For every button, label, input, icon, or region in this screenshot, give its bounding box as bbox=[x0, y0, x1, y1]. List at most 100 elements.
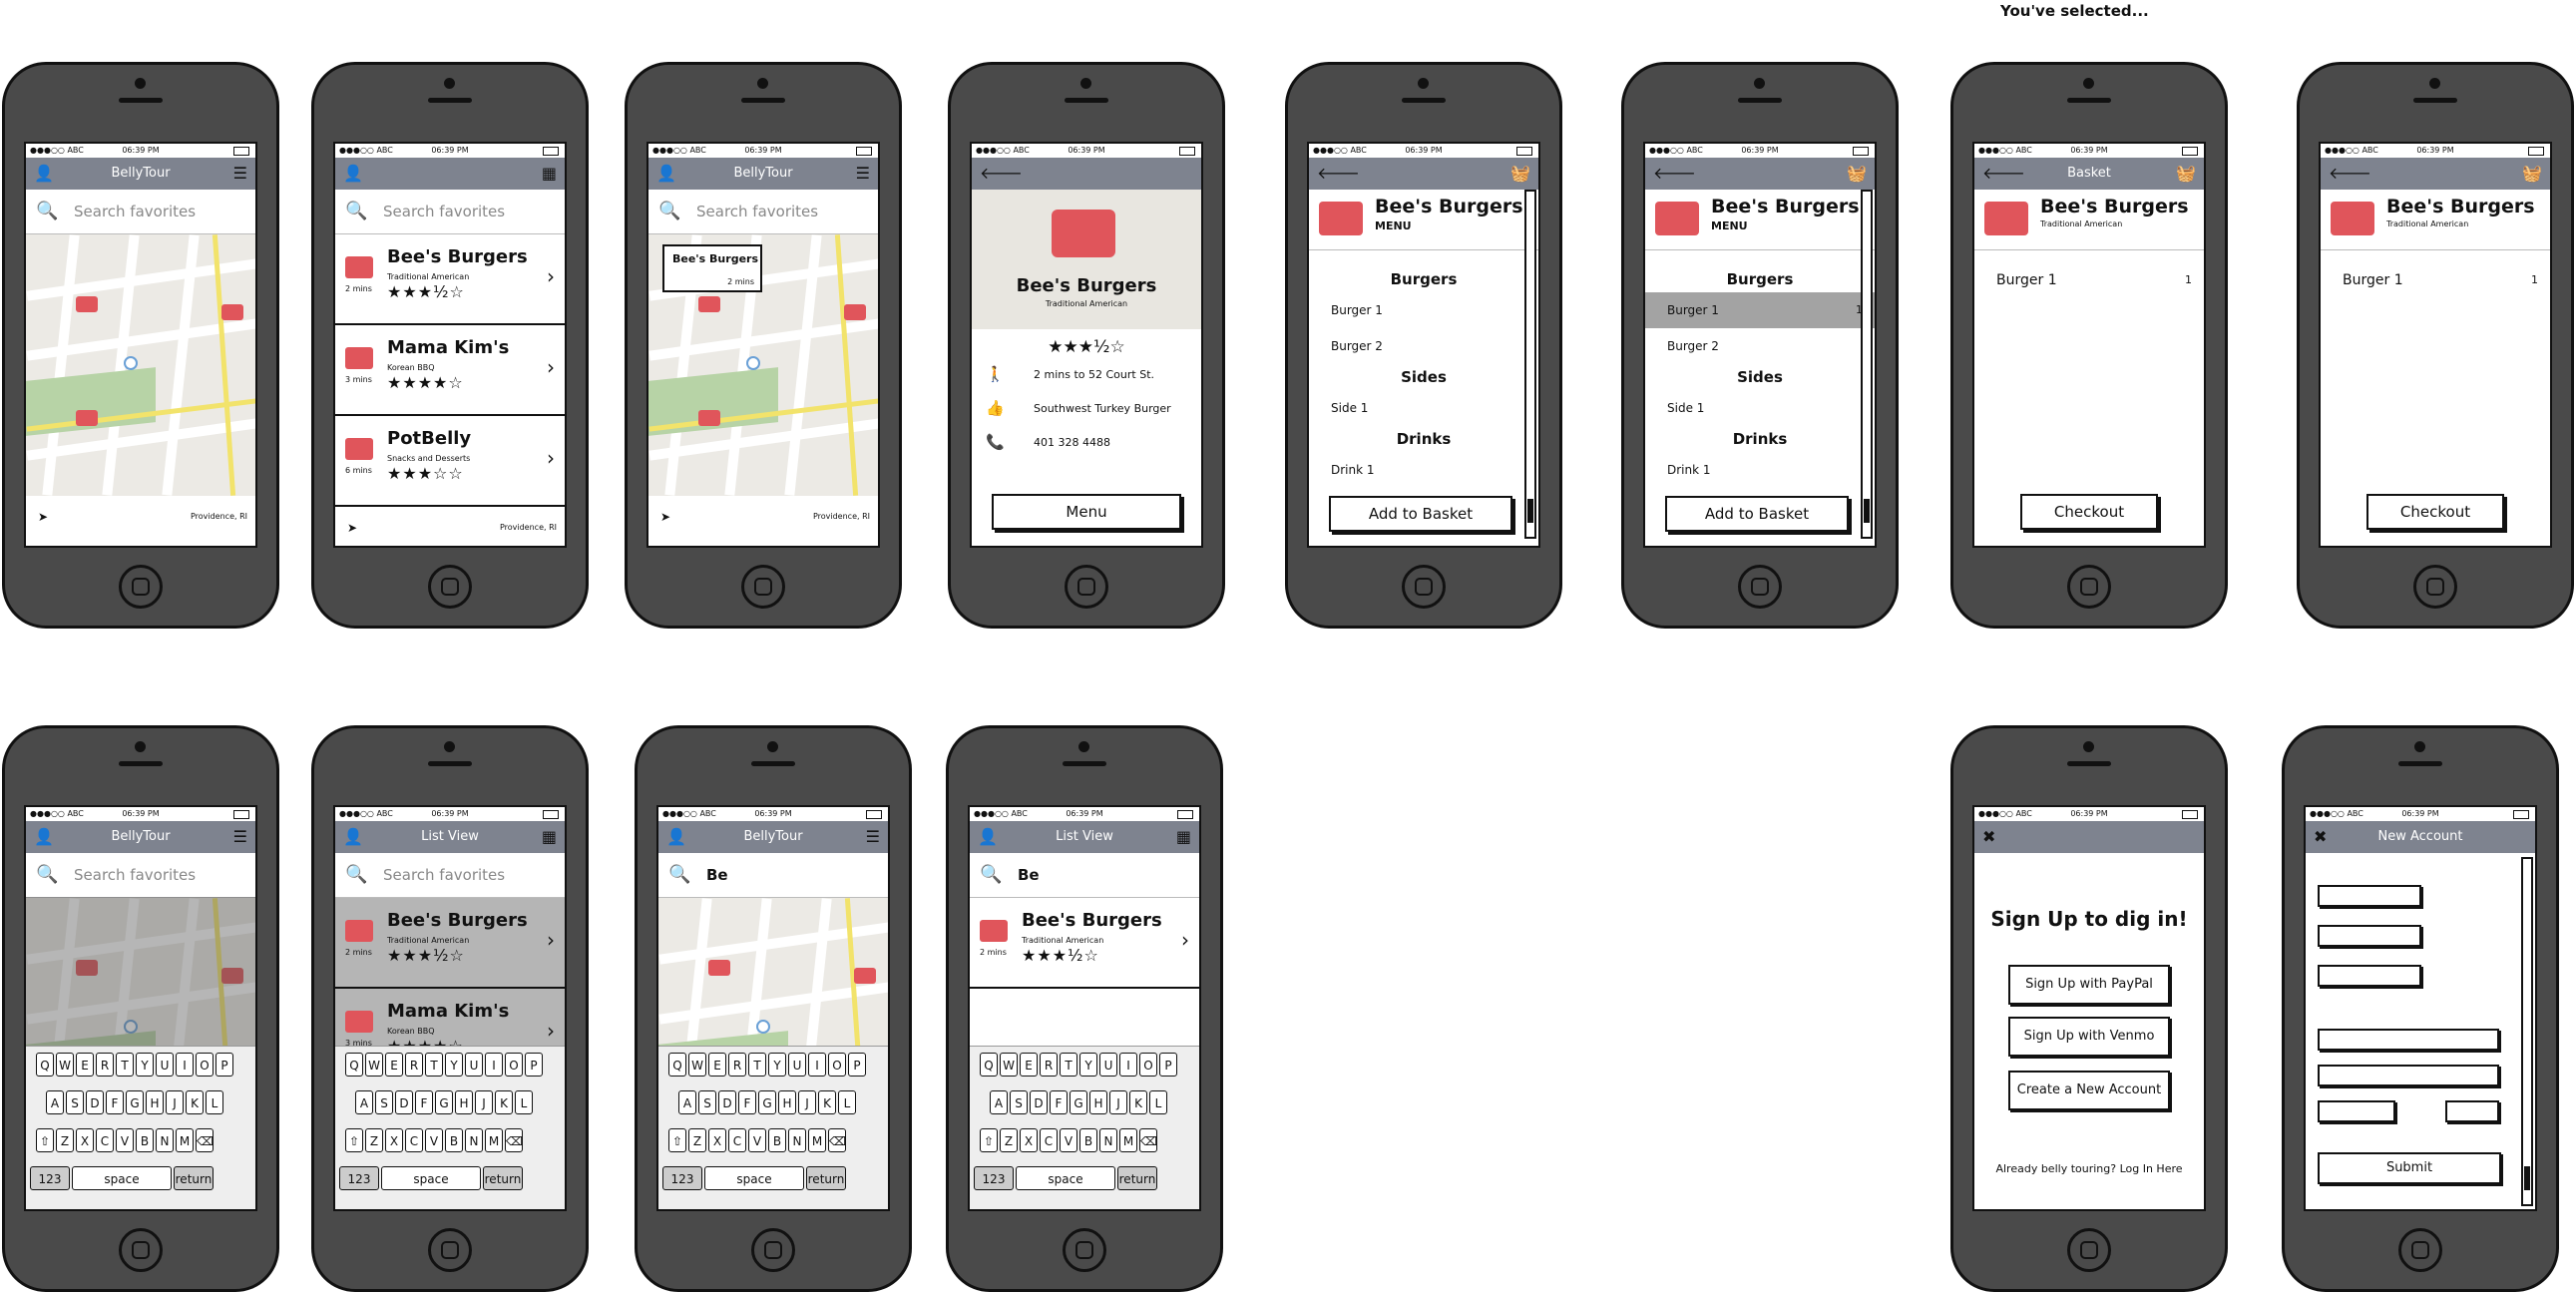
navigation-icon[interactable]: ➤ bbox=[660, 510, 670, 524]
key-space[interactable]: space bbox=[1016, 1166, 1115, 1190]
key[interactable]: Q bbox=[668, 1053, 686, 1077]
key-space[interactable]: space bbox=[72, 1166, 172, 1190]
key[interactable]: O bbox=[828, 1053, 846, 1077]
search-bar[interactable]: 🔍 Search favorites bbox=[335, 853, 565, 898]
checkout-button[interactable]: Checkout bbox=[2366, 494, 2504, 530]
key[interactable]: ⌫ bbox=[1139, 1128, 1157, 1152]
menu-item[interactable]: Burger 2 bbox=[1309, 328, 1538, 364]
key[interactable]: R bbox=[96, 1053, 114, 1077]
key[interactable]: Z bbox=[365, 1128, 383, 1152]
key[interactable]: R bbox=[405, 1053, 423, 1077]
basket-icon[interactable]: 🧺 bbox=[2522, 165, 2542, 183]
key[interactable]: G bbox=[1070, 1090, 1087, 1114]
back-arrow-icon[interactable]: 🡐 bbox=[980, 165, 1023, 183]
key[interactable]: G bbox=[126, 1090, 144, 1114]
back-arrow-icon[interactable]: 🡐 bbox=[2329, 165, 2371, 183]
menu-item[interactable]: Burger 2 bbox=[1645, 328, 1875, 364]
key[interactable]: V bbox=[1060, 1128, 1077, 1152]
home-button[interactable] bbox=[119, 565, 163, 609]
key[interactable]: O bbox=[505, 1053, 523, 1077]
user-icon[interactable]: 👤 bbox=[343, 165, 363, 183]
key[interactable]: M bbox=[176, 1128, 194, 1152]
key-numbers[interactable]: 123 bbox=[662, 1166, 702, 1190]
home-button[interactable] bbox=[2413, 565, 2457, 609]
key[interactable]: T bbox=[425, 1053, 443, 1077]
key[interactable]: X bbox=[385, 1128, 403, 1152]
key[interactable]: Y bbox=[1079, 1053, 1097, 1077]
key[interactable]: ⌫ bbox=[196, 1128, 214, 1152]
key[interactable]: G bbox=[758, 1090, 776, 1114]
key[interactable]: J bbox=[475, 1090, 493, 1114]
home-button[interactable] bbox=[2398, 1228, 2442, 1272]
search-bar[interactable]: 🔍 Search favorites bbox=[648, 190, 878, 234]
key-space[interactable]: space bbox=[381, 1166, 481, 1190]
key-space[interactable]: space bbox=[704, 1166, 804, 1190]
home-button[interactable] bbox=[741, 565, 785, 609]
key[interactable]: V bbox=[425, 1128, 443, 1152]
key-return[interactable]: return bbox=[1117, 1166, 1157, 1190]
home-button[interactable] bbox=[1738, 565, 1782, 609]
key[interactable]: T bbox=[1060, 1053, 1077, 1077]
key[interactable]: C bbox=[405, 1128, 423, 1152]
key[interactable]: ⌫ bbox=[505, 1128, 523, 1152]
map-view[interactable] bbox=[658, 898, 888, 1048]
signup-venmo-button[interactable]: Sign Up with Venmo bbox=[2008, 1017, 2170, 1057]
key[interactable]: C bbox=[728, 1128, 746, 1152]
key[interactable]: J bbox=[798, 1090, 816, 1114]
key[interactable]: L bbox=[515, 1090, 533, 1114]
menu-item[interactable]: Side 1 bbox=[1645, 390, 1875, 426]
search-input[interactable]: Be bbox=[1018, 866, 1040, 884]
navigation-icon[interactable]: ➤ bbox=[38, 510, 48, 524]
form-field[interactable] bbox=[2318, 925, 2421, 947]
key[interactable]: J bbox=[166, 1090, 184, 1114]
close-icon[interactable]: ✖ bbox=[1982, 828, 1995, 846]
key[interactable]: A bbox=[46, 1090, 64, 1114]
key[interactable]: Q bbox=[36, 1053, 54, 1077]
menu-item[interactable]: Drink 1 bbox=[1309, 452, 1538, 488]
search-bar[interactable]: 🔍 Be bbox=[658, 853, 888, 898]
key[interactable]: C bbox=[1040, 1128, 1058, 1152]
menu-item[interactable]: Burger 11 bbox=[1645, 292, 1875, 328]
key[interactable]: A bbox=[678, 1090, 696, 1114]
search-bar[interactable]: 🔍 Search favorites bbox=[26, 853, 255, 898]
key[interactable]: H bbox=[778, 1090, 796, 1114]
search-input[interactable]: Search favorites bbox=[383, 866, 505, 884]
menu-item[interactable]: Drink 1 bbox=[1645, 452, 1875, 488]
home-button[interactable] bbox=[1402, 565, 1446, 609]
key[interactable]: E bbox=[385, 1053, 403, 1077]
home-button[interactable] bbox=[2067, 1228, 2111, 1272]
key-return[interactable]: return bbox=[806, 1166, 846, 1190]
key[interactable]: A bbox=[355, 1090, 373, 1114]
search-bar[interactable]: 🔍 Search favorites bbox=[335, 190, 565, 234]
key[interactable]: J bbox=[1109, 1090, 1127, 1114]
menu-button[interactable]: Menu bbox=[992, 494, 1181, 530]
create-account-button[interactable]: Create a New Account bbox=[2008, 1071, 2170, 1110]
key[interactable]: F bbox=[738, 1090, 756, 1114]
menu-item[interactable]: Burger 1 bbox=[1309, 292, 1538, 328]
map-icon[interactable]: ▦ bbox=[542, 165, 557, 183]
list-item[interactable]: 3 mins Mama Kim's Korean BBQ★★★★☆ › bbox=[335, 325, 565, 416]
key[interactable]: L bbox=[838, 1090, 856, 1114]
key[interactable]: V bbox=[116, 1128, 134, 1152]
key[interactable]: U bbox=[1099, 1053, 1117, 1077]
key[interactable]: T bbox=[748, 1053, 766, 1077]
key[interactable]: H bbox=[1089, 1090, 1107, 1114]
map-view[interactable]: Bee's Burgers 2 mins bbox=[648, 234, 878, 496]
key[interactable]: Y bbox=[136, 1053, 154, 1077]
key[interactable]: S bbox=[375, 1090, 393, 1114]
list-item[interactable]: 6 mins PotBelly Snacks and Desserts ★★★☆☆ › bbox=[335, 416, 565, 507]
key[interactable]: C bbox=[96, 1128, 114, 1152]
key[interactable]: U bbox=[465, 1053, 483, 1077]
key[interactable]: F bbox=[415, 1090, 433, 1114]
key[interactable]: B bbox=[445, 1128, 463, 1152]
key[interactable]: I bbox=[1119, 1053, 1137, 1077]
scroll-thumb[interactable] bbox=[1864, 499, 1870, 523]
key[interactable]: B bbox=[1079, 1128, 1097, 1152]
scroll-thumb[interactable] bbox=[2524, 1166, 2530, 1190]
key[interactable]: P bbox=[215, 1053, 233, 1077]
key[interactable]: W bbox=[688, 1053, 706, 1077]
key[interactable]: Z bbox=[56, 1128, 74, 1152]
menu-item[interactable]: Side 1 bbox=[1309, 390, 1538, 426]
key[interactable]: F bbox=[106, 1090, 124, 1114]
quantity-stepper[interactable]: 1 bbox=[2185, 262, 2192, 298]
